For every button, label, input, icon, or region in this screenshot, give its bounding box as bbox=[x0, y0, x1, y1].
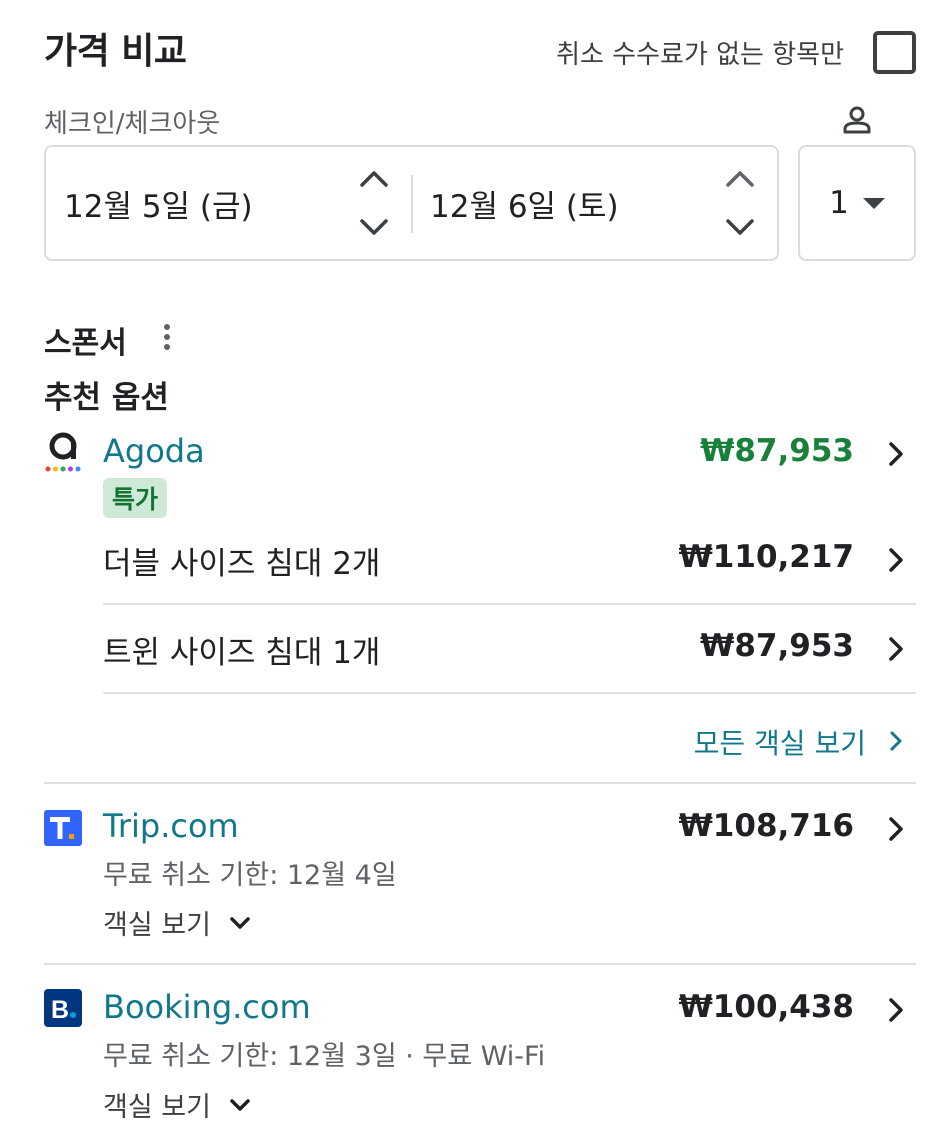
free-cancellation-filter-label: 취소 수수료가 없는 항목만 bbox=[556, 40, 844, 70]
caret-down-icon bbox=[862, 197, 885, 209]
more-vert-icon[interactable] bbox=[160, 324, 174, 356]
agoda-logo bbox=[45, 432, 81, 472]
person-icon bbox=[843, 106, 871, 134]
checkin-date: 12월 5일 (금) bbox=[64, 188, 253, 225]
trip-price[interactable]: ₩108,716 bbox=[679, 808, 854, 844]
view-rooms-label: 객실 보기 bbox=[103, 1092, 211, 1123]
guest-count-select[interactable]: 1 bbox=[798, 145, 916, 261]
chevron-right-icon[interactable] bbox=[882, 635, 910, 663]
checkout-stepper[interactable] bbox=[720, 165, 760, 241]
booking-cancellation-info: 무료 취소 기한: 12월 3일 · 무료 Wi-Fi bbox=[103, 1041, 546, 1072]
divider bbox=[103, 603, 916, 605]
booking-link[interactable]: Booking.com bbox=[103, 988, 311, 1026]
svg-text:B: B bbox=[51, 996, 69, 1024]
recommended-heading: 추천 옵션 bbox=[44, 380, 169, 416]
page-title: 가격 비교 bbox=[44, 31, 187, 72]
chevron-right-icon[interactable] bbox=[882, 546, 910, 574]
chevron-down-icon bbox=[230, 1098, 250, 1111]
date-range-picker: 12월 5일 (금) 12월 6일 (토) bbox=[44, 145, 779, 261]
chevron-down-icon bbox=[230, 916, 250, 929]
chevron-up-icon bbox=[360, 171, 388, 187]
chevron-up-icon bbox=[726, 171, 754, 187]
booking-view-rooms-toggle[interactable]: 객실 보기 bbox=[103, 1085, 253, 1124]
divider bbox=[103, 692, 916, 694]
trip-logo-mark bbox=[50, 817, 74, 839]
divider bbox=[44, 782, 916, 784]
chevron-right-icon[interactable] bbox=[884, 728, 908, 754]
room-option-name[interactable]: 트윈 사이즈 침대 1개 bbox=[103, 627, 380, 672]
checkout-date-field[interactable]: 12월 6일 (토) bbox=[430, 147, 760, 259]
free-cancellation-checkbox[interactable] bbox=[873, 31, 916, 74]
view-all-rooms-link[interactable]: 모든 객실 보기 bbox=[694, 722, 866, 762]
trip-cancellation-info: 무료 취소 기한: 12월 4일 bbox=[103, 860, 397, 891]
checkin-date-field[interactable]: 12월 5일 (금) bbox=[64, 147, 394, 259]
booking-logo: B bbox=[44, 989, 82, 1027]
date-divider bbox=[411, 175, 413, 233]
room-option-price[interactable]: ₩110,217 bbox=[679, 539, 854, 575]
booking-logo-mark: B bbox=[51, 996, 76, 1024]
room-option-name[interactable]: 더블 사이즈 침대 2개 bbox=[103, 538, 380, 583]
chevron-right-icon[interactable] bbox=[882, 815, 910, 843]
room-option-price[interactable]: ₩87,953 bbox=[700, 628, 854, 664]
deal-badge: 특가 bbox=[103, 478, 168, 518]
agoda-link[interactable]: Agoda bbox=[103, 432, 205, 470]
booking-price[interactable]: ₩100,438 bbox=[679, 989, 854, 1025]
view-rooms-label: 객실 보기 bbox=[103, 910, 211, 941]
trip-link[interactable]: Trip.com bbox=[103, 807, 239, 845]
checkout-date: 12월 6일 (토) bbox=[430, 188, 619, 225]
chevron-down-icon bbox=[360, 219, 388, 235]
chevron-right-icon[interactable] bbox=[882, 996, 910, 1024]
trip-view-rooms-toggle[interactable]: 객실 보기 bbox=[103, 903, 253, 942]
chevron-right-icon[interactable] bbox=[882, 440, 910, 468]
checkin-checkout-label: 체크인/체크아웃 bbox=[44, 109, 221, 139]
divider bbox=[44, 963, 916, 965]
chevron-down-icon bbox=[726, 219, 754, 235]
trip-logo bbox=[44, 810, 82, 846]
agoda-price[interactable]: ₩87,953 bbox=[700, 433, 854, 469]
checkin-stepper[interactable] bbox=[354, 165, 394, 241]
sponsor-heading: 스폰서 bbox=[44, 326, 127, 361]
guest-count: 1 bbox=[829, 185, 849, 221]
